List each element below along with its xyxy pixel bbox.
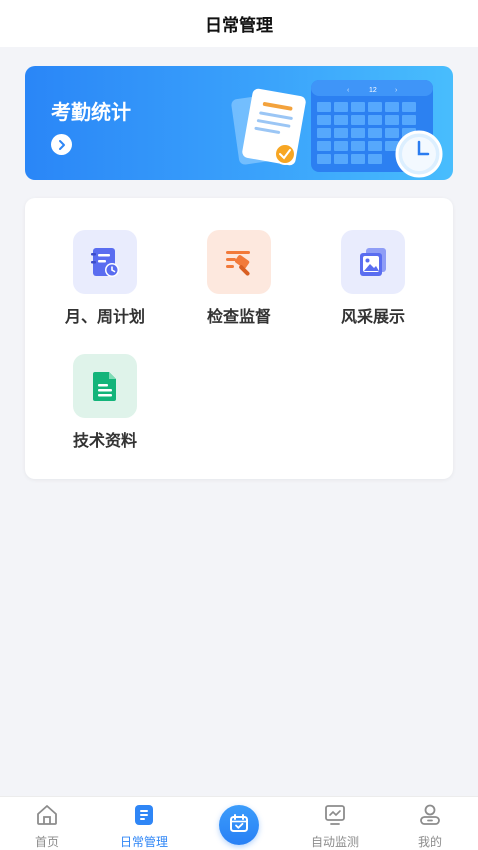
calendar-plan-icon <box>73 230 137 294</box>
grid-item-label: 技术资料 <box>72 431 137 450</box>
banner-title: 考勤统计 <box>51 100 131 124</box>
calendar-illustration: 12 ‹ › <box>231 80 443 178</box>
home-icon <box>35 803 59 827</box>
svg-text:12: 12 <box>369 87 377 94</box>
monitor-icon <box>323 803 347 827</box>
tab-daily-management[interactable]: 日常管理 <box>104 797 184 850</box>
grid-item-label: 检查监督 <box>206 307 271 326</box>
inspection-hammer-icon <box>207 230 271 294</box>
center-calendar-button[interactable] <box>219 805 259 845</box>
grid-item-technical-documents[interactable]: 技术资料 <box>38 354 172 464</box>
arrow-right-icon[interactable] <box>51 134 72 155</box>
grid-item-label: 风采展示 <box>340 307 405 326</box>
tab-label: 自动监测 <box>310 835 359 849</box>
tab-home[interactable]: 首页 <box>7 797 87 850</box>
tab-label: 我的 <box>417 835 442 849</box>
grid-item-monthly-weekly-plan[interactable]: 月、周计划 <box>38 230 172 340</box>
grid-item-label: 月、周计划 <box>64 307 145 326</box>
grid-item-inspection-supervision[interactable]: 检查监督 <box>172 230 306 340</box>
page-title: 日常管理 <box>205 16 273 36</box>
profile-icon <box>418 803 442 827</box>
function-grid-card: 月、周计划 检查监督 风采展示 技术资料 <box>25 198 453 479</box>
daily-management-icon <box>132 803 156 827</box>
tab-auto-monitoring[interactable]: 自动监测 <box>295 797 375 850</box>
tab-profile[interactable]: 我的 <box>390 797 470 850</box>
tab-label: 首页 <box>34 835 59 849</box>
gallery-icon <box>341 230 405 294</box>
document-icon <box>73 354 137 418</box>
calendar-check-icon <box>229 813 249 837</box>
tab-label: 日常管理 <box>119 835 168 849</box>
attendance-stats-banner[interactable]: 考勤统计 12 ‹ › <box>25 66 453 180</box>
top-header: 日常管理 <box>0 0 478 47</box>
grid-item-style-showcase[interactable]: 风采展示 <box>306 230 440 340</box>
